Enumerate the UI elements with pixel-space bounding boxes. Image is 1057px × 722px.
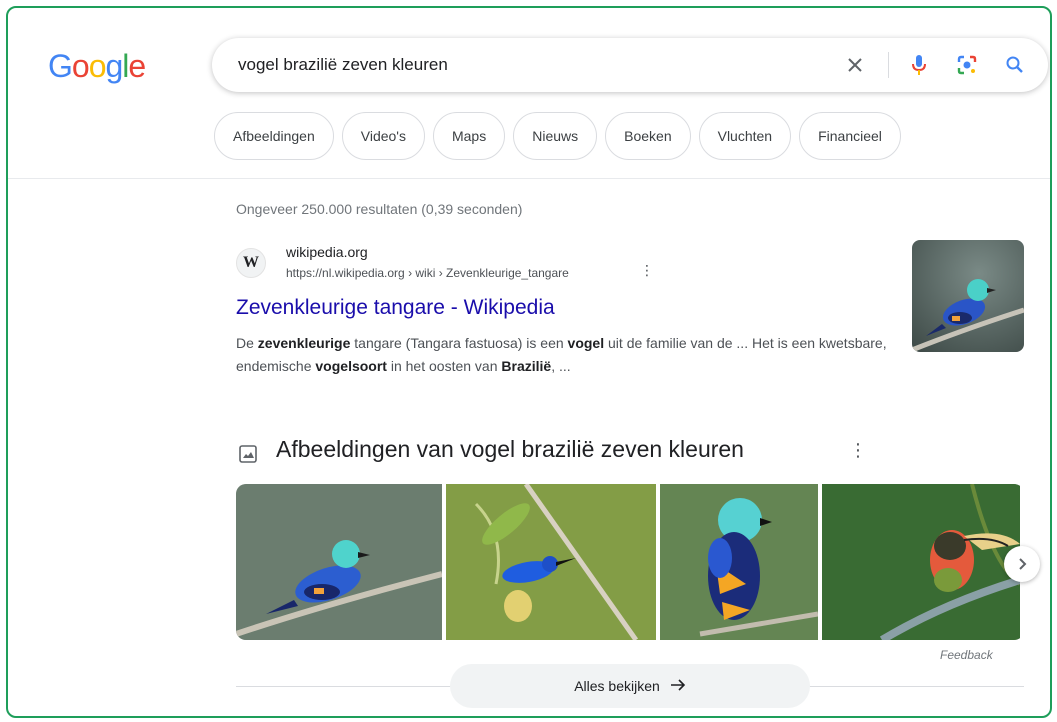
carousel-image-3[interactable]: [660, 484, 818, 640]
snippet-text: , ...: [551, 358, 571, 374]
result-url[interactable]: https://nl.wikipedia.org › wiki › Zevenk…: [286, 266, 569, 280]
google-logo[interactable]: Google: [48, 48, 146, 85]
chip-financieel[interactable]: Financieel: [799, 112, 901, 160]
logo-letter: e: [128, 48, 146, 84]
result-thumbnail-image[interactable]: [912, 240, 1024, 352]
search-bar[interactable]: vogel brazilië zeven kleuren: [212, 38, 1048, 92]
carousel-image-2[interactable]: [446, 484, 656, 640]
result-snippet: De zevenkleurige tangare (Tangara fastuo…: [236, 332, 896, 378]
header-divider: [8, 178, 1050, 179]
image-carousel: [236, 484, 1024, 640]
see-all-button[interactable]: Alles bekijken: [450, 664, 810, 708]
microphone-icon[interactable]: [904, 50, 934, 80]
chip-videos[interactable]: Video's: [341, 112, 425, 160]
image-icon: [238, 444, 258, 464]
snippet-highlight: Brazilië: [501, 358, 552, 374]
snippet-text: in het oosten van: [386, 358, 502, 374]
result-title-link[interactable]: Zevenkleurige tangare - Wikipedia: [236, 296, 555, 320]
carousel-image-1[interactable]: [236, 484, 442, 640]
logo-letter: g: [105, 48, 123, 84]
carousel-image-4[interactable]: [822, 484, 1020, 640]
snippet-text: tangare (Tangara fastuosa) is een: [350, 335, 568, 351]
chip-nieuws[interactable]: Nieuws: [513, 112, 598, 160]
result-site-name[interactable]: wikipedia.org: [286, 244, 368, 260]
search-divider: [888, 52, 889, 78]
snippet-highlight: vogelsoort: [315, 358, 387, 374]
search-icon[interactable]: [1000, 50, 1030, 80]
search-input[interactable]: vogel brazilië zeven kleuren: [238, 55, 448, 75]
feedback-link[interactable]: Feedback: [940, 648, 993, 662]
chip-boeken[interactable]: Boeken: [605, 112, 691, 160]
search-filter-chips: Afbeeldingen Video's Maps Nieuws Boeken …: [214, 112, 901, 160]
lens-icon[interactable]: [952, 50, 982, 80]
browser-frame: Google vogel brazilië zeven kleuren Afbe…: [6, 6, 1052, 718]
snippet-text: De: [236, 335, 258, 351]
snippet-highlight: vogel: [567, 335, 605, 351]
snippet-highlight: zevenkleurige: [257, 335, 351, 351]
logo-letter: G: [48, 48, 73, 84]
arrow-right-icon: [670, 678, 686, 694]
carousel-next-button[interactable]: [1004, 546, 1040, 582]
close-icon[interactable]: [840, 50, 870, 80]
chip-vluchten[interactable]: Vluchten: [698, 112, 792, 160]
result-more-icon[interactable]: ⋮: [640, 262, 654, 280]
chip-maps[interactable]: Maps: [432, 112, 506, 160]
wikipedia-favicon[interactable]: W: [236, 248, 266, 278]
images-more-icon[interactable]: ⋮: [848, 440, 868, 464]
see-all-label: Alles bekijken: [574, 678, 660, 694]
images-section-title[interactable]: Afbeeldingen van vogel brazilië zeven kl…: [276, 436, 744, 463]
logo-letter: o: [88, 48, 107, 84]
result-stats: Ongeveer 250.000 resultaten (0,39 second…: [236, 201, 523, 217]
chip-afbeeldingen[interactable]: Afbeeldingen: [214, 112, 334, 160]
logo-letter: o: [71, 48, 90, 84]
